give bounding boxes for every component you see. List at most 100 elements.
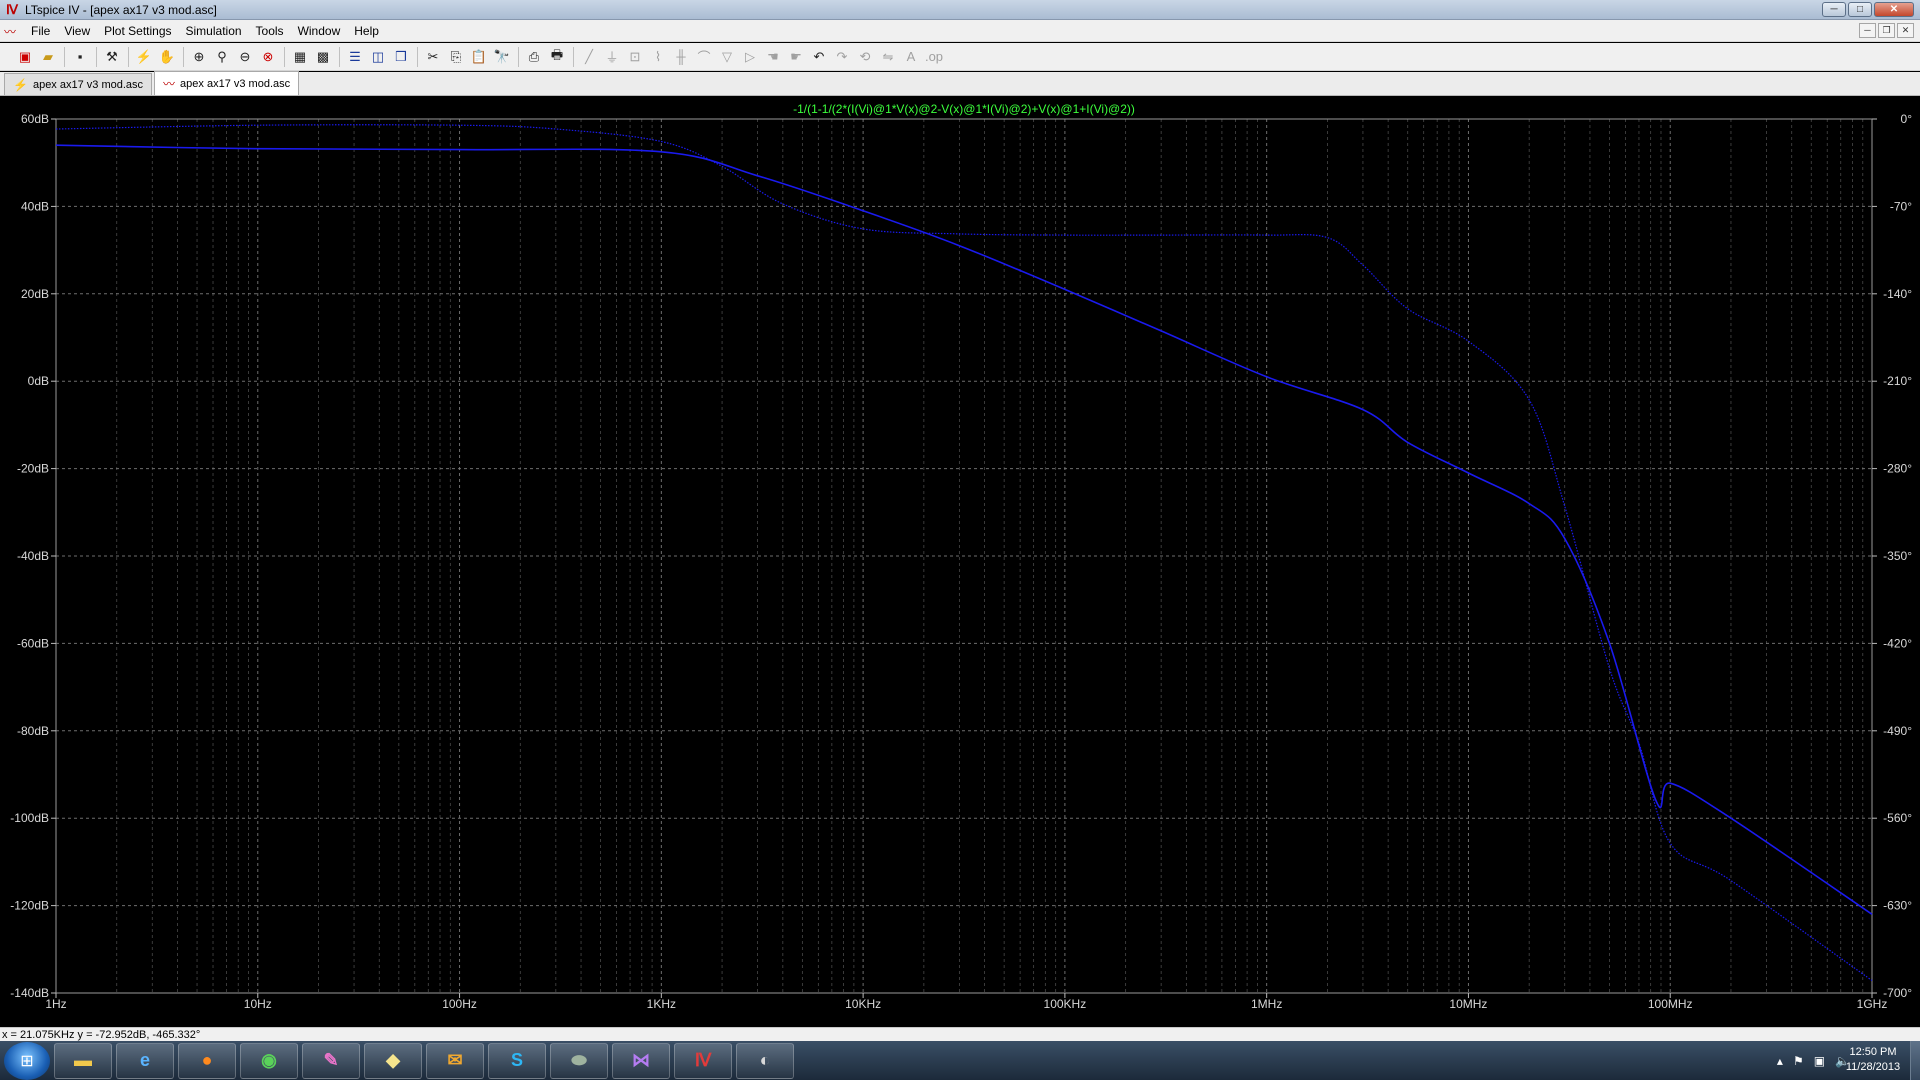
toolbar: ▣ ▰ ▪ ⚒ ⚡ ✋ ⊕ ⚲ ⊖ ⊗ ▦ ▩ ☰ ◫ ❒ ✂ ⎘ 📋 🔭 ⎙ … — [0, 43, 1920, 71]
tile-horizontal-icon[interactable]: ☰ — [344, 46, 366, 68]
spice-directive-icon[interactable]: .op — [923, 46, 945, 68]
taskbar-chrome[interactable]: ◉ — [240, 1042, 298, 1079]
tab-schematic[interactable]: ⚡ apex ax17 v3 mod.asc — [4, 73, 153, 95]
y-tick-label: -140dB — [10, 986, 49, 1000]
y-tick-label: -60dB — [17, 636, 49, 650]
menu-simulation[interactable]: Simulation — [179, 24, 249, 38]
show-desktop-button[interactable] — [1910, 1041, 1920, 1080]
control-panel-icon[interactable]: ⚒ — [101, 46, 123, 68]
taskbar-skype[interactable]: S — [488, 1042, 546, 1079]
start-button[interactable]: ⊞ — [4, 1041, 50, 1080]
inductor-icon[interactable]: ⌒ — [693, 46, 715, 68]
clock[interactable]: 12:50 PM 11/28/2013 — [1838, 1045, 1908, 1075]
waveform-viewer[interactable]: 1Hz 10Hz 100Hz 1KHz 10KHz 100KHz 1MHz 10MHz 100M… — [0, 97, 1920, 1027]
y-tick-label: -100dB — [10, 811, 49, 825]
network-icon[interactable]: ▣ — [1814, 1054, 1825, 1068]
taskbar-ltspice[interactable]: Ⅳ — [674, 1042, 732, 1079]
firefox-icon: ● — [201, 1050, 213, 1070]
zoom-out-icon[interactable]: ⊖ — [234, 46, 256, 68]
magnitude-trace — [55, 144, 1873, 915]
phase-trace — [55, 124, 1873, 981]
new-schematic-icon[interactable]: ▣ — [14, 46, 36, 68]
title-bar: Ⅳ LTspice IV - [apex ax17 v3 mod.asc] ─ … — [0, 0, 1920, 20]
zoom-in-icon[interactable]: ⊕ — [188, 46, 210, 68]
drag-hand-icon[interactable]: ☛ — [785, 46, 807, 68]
menu-window[interactable]: Window — [291, 24, 348, 38]
pan-hand-icon[interactable]: ✋ — [156, 46, 178, 68]
outlook-icon: ✉ — [447, 1050, 463, 1070]
mirror-icon[interactable]: ⇋ — [877, 46, 899, 68]
draw-wire-icon[interactable]: ╱ — [578, 46, 600, 68]
x-tick-label: 100KHz — [1044, 997, 1087, 1011]
cascade-icon[interactable]: ❒ — [390, 46, 412, 68]
menu-plot-settings[interactable]: Plot Settings — [97, 24, 178, 38]
taskbar-explorer[interactable]: ▬ — [54, 1042, 112, 1079]
redo-icon[interactable]: ↷ — [831, 46, 853, 68]
tab-schematic-label: apex ax17 v3 mod.asc — [32, 78, 144, 91]
mdi-controls: ─ ❐ ✕ — [1859, 23, 1914, 38]
menu-file[interactable]: File — [24, 24, 57, 38]
mdi-restore-button[interactable]: ❐ — [1878, 23, 1895, 38]
tray-expand-icon[interactable]: ▴ — [1777, 1054, 1783, 1068]
taskbar-visual-studio[interactable]: ⋈ — [612, 1042, 670, 1079]
bode-plot[interactable]: 1Hz 10Hz 100Hz 1KHz 10KHz 100KHz 1MHz 10MHz 100M… — [0, 97, 1920, 1027]
taskbar-ie[interactable]: e — [116, 1042, 174, 1079]
rotate-icon[interactable]: ⟲ — [854, 46, 876, 68]
tile-vertical-icon[interactable]: ◫ — [367, 46, 389, 68]
sticky-notes-icon: ◆ — [386, 1050, 400, 1070]
capacitor-icon[interactable]: ╫ — [670, 46, 692, 68]
menu-tools[interactable]: Tools — [249, 24, 291, 38]
open-icon[interactable]: ▰ — [37, 46, 59, 68]
run-icon[interactable]: ⚡ — [133, 46, 155, 68]
menu-view[interactable]: View — [57, 24, 97, 38]
autorange-icon[interactable]: ▦ — [289, 46, 311, 68]
taskbar-app[interactable]: ⬬ — [550, 1042, 608, 1079]
minimize-button[interactable]: ─ — [1822, 2, 1846, 17]
y-tick-label: -120dB — [10, 899, 49, 913]
y-tick-label: -80dB — [17, 724, 49, 738]
tab-waveform[interactable]: 〰 apex ax17 v3 mod.asc — [154, 71, 300, 95]
taskbar-outlook[interactable]: ✉ — [426, 1042, 484, 1079]
action-center-flag-icon[interactable]: ⚑ — [1793, 1054, 1804, 1068]
y-tick-label: -20dB — [17, 462, 49, 476]
taskbar-paint[interactable]: ✎ — [302, 1042, 360, 1079]
save-icon[interactable]: ▪ — [69, 46, 91, 68]
x-tick-label: 1MHz — [1251, 997, 1282, 1011]
clock-date: 11/28/2013 — [1845, 1061, 1901, 1073]
y-tick-label: 40dB — [21, 199, 49, 213]
grid-icon[interactable]: ▩ — [312, 46, 334, 68]
ground-icon[interactable]: ⏚ — [601, 46, 623, 68]
taskbar-paint-2[interactable]: ◐ — [736, 1042, 794, 1079]
cut-icon[interactable]: ✂ — [422, 46, 444, 68]
copy-icon[interactable]: ⎘ — [445, 46, 467, 68]
trace-expression-label[interactable]: -1/(1-1/(2*(I(Vi)@1*V(x)@2-V(x)@1*I(Vi)@… — [793, 102, 1135, 116]
taskbar: ⊞ ▬ e ● ◉ ✎ ◆ ✉ S ⬬ ⋈ Ⅳ ◐ — [0, 1041, 1920, 1080]
zoom-area-icon[interactable]: ⚲ — [211, 46, 233, 68]
find-icon[interactable]: 🔭 — [491, 46, 513, 68]
menu-help[interactable]: Help — [347, 24, 386, 38]
zoom-fit-icon[interactable]: ⊗ — [257, 46, 279, 68]
move-hand-icon[interactable]: ☚ — [762, 46, 784, 68]
plot-grid — [55, 118, 1872, 994]
text-icon[interactable]: A — [900, 46, 922, 68]
label-net-icon[interactable]: ⊡ — [624, 46, 646, 68]
undo-icon[interactable]: ↶ — [808, 46, 830, 68]
mdi-close-button[interactable]: ✕ — [1897, 23, 1914, 38]
mdi-waveform-icon[interactable]: 〰 — [4, 23, 20, 39]
window-title: LTspice IV - [apex ax17 v3 mod.asc] — [25, 2, 217, 17]
x-tick-label: 10MHz — [1449, 997, 1487, 1011]
taskbar-firefox[interactable]: ● — [178, 1042, 236, 1079]
skype-icon: S — [510, 1050, 523, 1070]
app-icon: ⬬ — [571, 1050, 587, 1070]
close-button[interactable]: ✕ — [1874, 2, 1914, 17]
taskbar-notes[interactable]: ◆ — [364, 1042, 422, 1079]
resistor-icon[interactable]: ⌇ — [647, 46, 669, 68]
print-icon[interactable]: 🖶 — [546, 46, 568, 68]
component-icon[interactable]: ▷ — [739, 46, 761, 68]
paste-icon[interactable]: 📋 — [468, 46, 490, 68]
print-setup-icon[interactable]: ⎙ — [523, 46, 545, 68]
diode-icon[interactable]: ▽ — [716, 46, 738, 68]
mdi-minimize-button[interactable]: ─ — [1859, 23, 1876, 38]
y2-tick-label: -490° — [1883, 724, 1912, 738]
maximize-button[interactable]: □ — [1848, 2, 1872, 17]
